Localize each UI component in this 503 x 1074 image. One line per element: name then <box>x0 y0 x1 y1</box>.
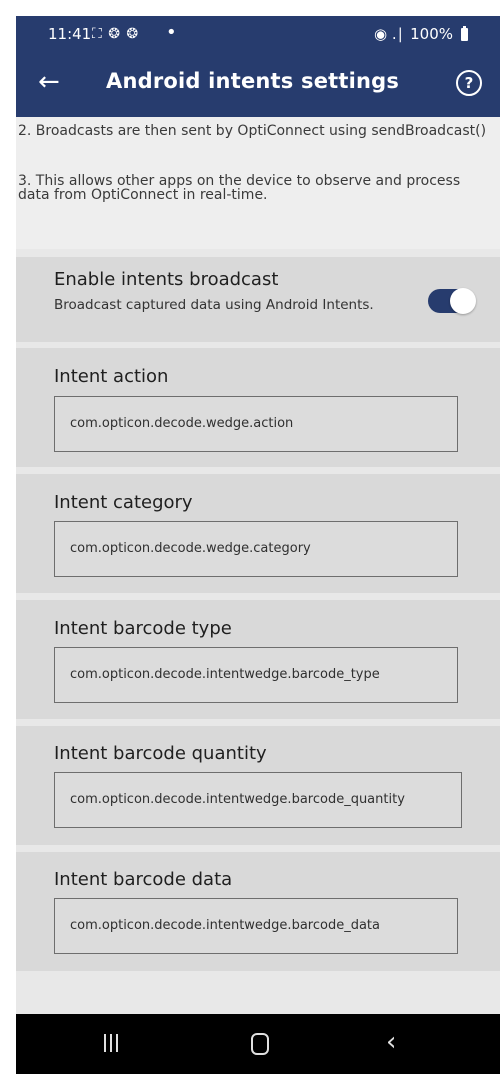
signal-icon: ◉ .∣ <box>373 25 405 43</box>
status-bar: 11:41 ⛶ ❂ ❂ • ◉ .∣ 100% <box>16 16 500 53</box>
battery-icon <box>461 25 468 41</box>
intent-barcode-quantity-section: Intent barcode quantity com.opticon.deco… <box>16 726 500 845</box>
intro-text-block: 2. Broadcasts are then sent by OptiConne… <box>16 117 500 249</box>
enable-broadcast-title: Enable intents broadcast <box>54 269 279 290</box>
page-title: Android intents settings <box>106 69 400 93</box>
back-arrow-icon[interactable]: ← <box>38 67 60 97</box>
intent-category-value: com.opticon.decode.wedge.category <box>70 541 311 556</box>
intent-barcode-type-section: Intent barcode type com.opticon.decode.i… <box>16 600 500 719</box>
home-icon[interactable] <box>251 1033 269 1055</box>
enable-broadcast-subtitle: Broadcast captured data using Android In… <box>54 297 374 313</box>
recents-icon[interactable] <box>104 1034 120 1052</box>
system-nav-bar: ‹ <box>16 1014 500 1074</box>
intent-barcode-quantity-title: Intent barcode quantity <box>54 743 267 764</box>
intent-barcode-type-field[interactable]: com.opticon.decode.intentwedge.barcode_t… <box>54 647 458 703</box>
help-icon[interactable]: ? <box>456 70 482 96</box>
battery-text: 100% <box>410 25 453 43</box>
intro-step-3: 3. This allows other apps on the device … <box>18 173 461 203</box>
intent-barcode-type-title: Intent barcode type <box>54 618 232 639</box>
nav-back-icon[interactable]: ‹ <box>386 1027 396 1057</box>
intent-barcode-data-section: Intent barcode data com.opticon.decode.i… <box>16 852 500 971</box>
status-right-group: ◉ .∣ 100% <box>374 25 468 43</box>
intent-barcode-data-value: com.opticon.decode.intentwedge.barcode_d… <box>70 918 380 933</box>
intent-barcode-data-title: Intent barcode data <box>54 869 233 890</box>
intent-category-title: Intent category <box>54 492 193 513</box>
intent-action-section: Intent action com.opticon.decode.wedge.a… <box>16 348 500 467</box>
intent-action-value: com.opticon.decode.wedge.action <box>70 416 294 431</box>
enable-broadcast-row[interactable]: Enable intents broadcast Broadcast captu… <box>16 257 500 342</box>
notification-dot: • <box>166 22 177 43</box>
intent-action-field[interactable]: com.opticon.decode.wedge.action <box>54 396 458 452</box>
toggle-thumb <box>450 288 476 314</box>
intent-barcode-quantity-field[interactable]: com.opticon.decode.intentwedge.barcode_q… <box>54 772 462 828</box>
intent-category-section: Intent category com.opticon.decode.wedge… <box>16 474 500 593</box>
intro-step-2: 2. Broadcasts are then sent by OptiConne… <box>18 123 487 139</box>
status-time: 11:41 <box>48 25 92 43</box>
enable-broadcast-toggle[interactable] <box>428 288 476 314</box>
notification-icons: ⛶ ❂ ❂ <box>92 26 140 42</box>
intent-barcode-data-field[interactable]: com.opticon.decode.intentwedge.barcode_d… <box>54 898 458 954</box>
intent-category-field[interactable]: com.opticon.decode.wedge.category <box>54 521 458 577</box>
intent-barcode-quantity-value: com.opticon.decode.intentwedge.barcode_q… <box>70 792 405 807</box>
app-bar: ← Android intents settings ? <box>16 53 500 117</box>
intent-action-title: Intent action <box>54 366 169 387</box>
intent-barcode-type-value: com.opticon.decode.intentwedge.barcode_t… <box>70 667 380 682</box>
